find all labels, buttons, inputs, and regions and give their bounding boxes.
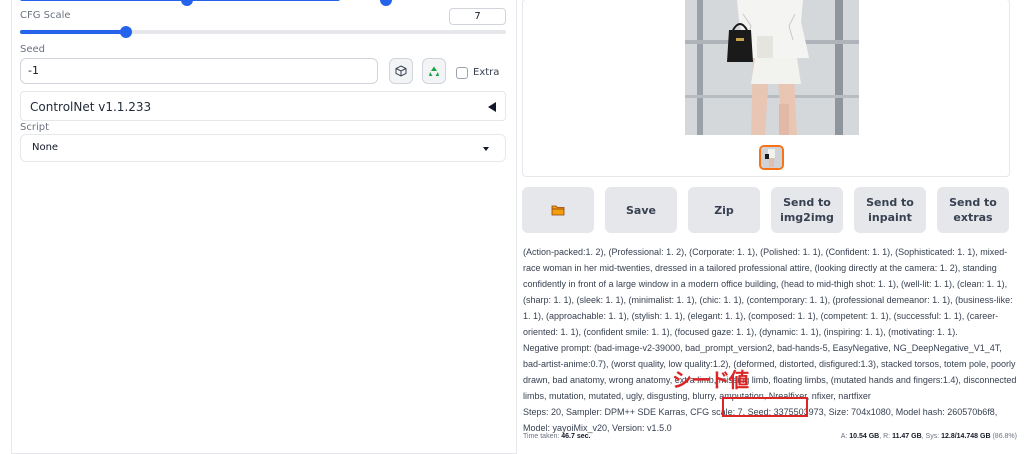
send-to-inpaint-line1: Send to bbox=[866, 196, 914, 209]
vram-active-label: A: bbox=[840, 433, 850, 440]
script-label: Script bbox=[20, 122, 50, 133]
send-to-img2img-button[interactable]: Send to img2img bbox=[771, 187, 843, 233]
thumbnail-image bbox=[761, 147, 782, 168]
seed-input[interactable]: -1 bbox=[20, 58, 378, 84]
sys-label: , Sys: bbox=[921, 433, 942, 440]
positive-prompt-text: (Action-packed:1. 2), (Professional: 1. … bbox=[523, 247, 1013, 337]
send-to-extras-button[interactable]: Send to extras bbox=[937, 187, 1009, 233]
send-to-extras-line2: extras bbox=[953, 211, 993, 224]
vram-active-value: 10.54 GB bbox=[849, 433, 880, 440]
seed-highlight-box bbox=[722, 397, 808, 417]
send-to-inpaint-line2: inpaint bbox=[868, 211, 912, 224]
vram-reserved-value: 11.47 GB bbox=[892, 433, 922, 440]
random-seed-button[interactable] bbox=[389, 58, 413, 84]
output-panel: Save Zip Send to img2img Send to inpaint… bbox=[517, 0, 1024, 454]
dice-icon bbox=[395, 65, 407, 77]
width-slider[interactable] bbox=[20, 0, 340, 6]
cfg-scale-number-input[interactable]: 7 bbox=[449, 8, 506, 25]
cfg-scale-label: CFG Scale bbox=[20, 10, 71, 21]
script-selected-value: None bbox=[32, 142, 59, 153]
folder-icon bbox=[551, 205, 565, 216]
script-dropdown[interactable]: None bbox=[20, 134, 506, 162]
generated-image[interactable] bbox=[685, 0, 859, 135]
cfg-scale-slider[interactable] bbox=[20, 26, 506, 38]
seed-label: Seed bbox=[20, 44, 45, 55]
send-to-img2img-line2: img2img bbox=[780, 211, 834, 224]
send-to-inpaint-button[interactable]: Send to inpaint bbox=[854, 187, 926, 233]
send-to-extras-line1: Send to bbox=[949, 196, 997, 209]
time-taken-label: Time taken: bbox=[523, 433, 562, 440]
controlnet-title: ControlNet v1.1.233 bbox=[30, 100, 152, 114]
controlnet-accordion[interactable]: ControlNet v1.1.233 bbox=[20, 91, 506, 121]
performance-footer: Time taken: 46.7 sec. A: 10.54 GB, R: 11… bbox=[523, 433, 1017, 440]
zip-button[interactable]: Zip bbox=[688, 187, 760, 233]
open-folder-button[interactable] bbox=[522, 187, 594, 233]
image-gallery bbox=[522, 0, 1010, 177]
send-to-img2img-line1: Send to bbox=[783, 196, 831, 209]
memory-usage: A: 10.54 GB, R: 11.47 GB, Sys: 12.8/14.7… bbox=[841, 433, 1017, 440]
seed-annotation-label: シード値 bbox=[672, 368, 749, 392]
reuse-seed-button[interactable] bbox=[422, 58, 446, 84]
gallery-thumbnail[interactable] bbox=[759, 145, 784, 170]
settings-panel: CFG Scale 7 Seed -1 Extra ControlNet v1.… bbox=[11, 0, 517, 454]
chevron-down-icon bbox=[483, 147, 489, 151]
sys-value: 12.8/14.748 GB bbox=[941, 433, 991, 440]
negative-prompt-text: Negative prompt: (bad-image-v2-39000, ba… bbox=[523, 343, 1017, 401]
collapse-arrow-icon bbox=[488, 102, 496, 112]
extra-label: Extra bbox=[473, 67, 500, 78]
generated-image-illustration bbox=[685, 0, 859, 135]
recycle-icon bbox=[429, 66, 439, 76]
batch-slider[interactable] bbox=[380, 0, 510, 6]
extra-checkbox[interactable] bbox=[456, 67, 468, 79]
vram-reserved-label: , R: bbox=[879, 433, 893, 440]
sys-percent: (86.8%) bbox=[990, 433, 1017, 440]
save-button[interactable]: Save bbox=[605, 187, 677, 233]
params-before-seed: Steps: 20, Sampler: DPM++ SDE Karras, CF… bbox=[523, 407, 743, 417]
time-taken-value: 46.7 sec. bbox=[561, 433, 591, 440]
